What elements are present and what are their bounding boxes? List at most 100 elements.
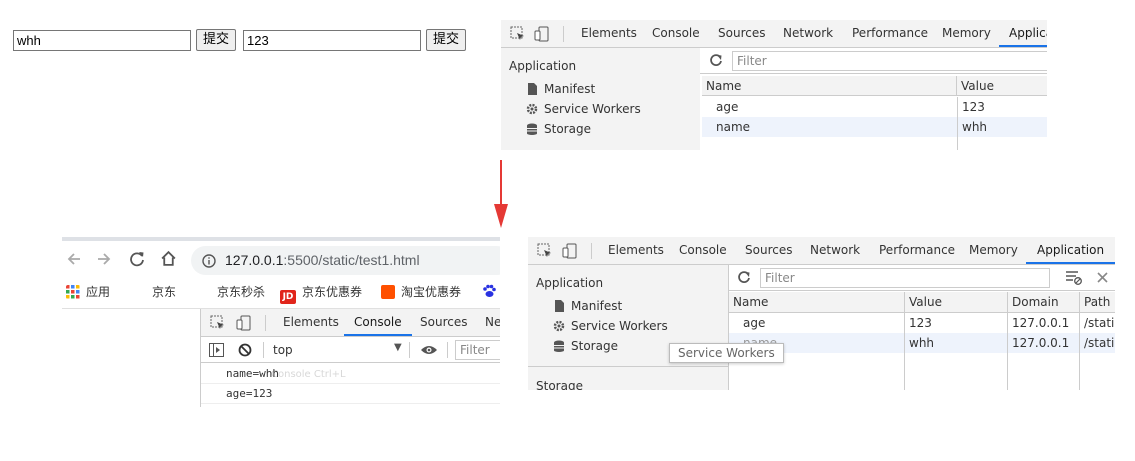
bookmark-apps[interactable]: 应用 xyxy=(66,283,110,300)
table-cell-value[interactable]: whh xyxy=(957,117,1047,137)
panel-divider xyxy=(728,265,729,390)
submit-button-1[interactable]: 提交 xyxy=(196,29,237,51)
app-sidebar: Application Manifest Service Workers Sto… xyxy=(501,48,700,150)
filter-input[interactable]: Filter xyxy=(455,340,500,360)
sidebar-item-manifest[interactable]: Manifest xyxy=(553,299,622,313)
column-header-domain[interactable]: Domain xyxy=(1007,292,1079,312)
tab-elements[interactable]: Elements xyxy=(581,20,637,47)
tab-sources[interactable]: Sources xyxy=(718,20,765,47)
divider xyxy=(201,403,500,404)
tab-elements[interactable]: Elements xyxy=(608,237,664,264)
refresh-icon[interactable] xyxy=(737,270,751,284)
table-cell-value[interactable]: 123 xyxy=(957,97,1047,117)
tab-network[interactable]: Network xyxy=(810,237,860,264)
column-header-path[interactable]: Path xyxy=(1079,292,1115,312)
device-toolbar-icon[interactable] xyxy=(534,26,550,42)
back-icon[interactable] xyxy=(66,251,82,267)
table-cell-value[interactable]: 123 xyxy=(904,313,1007,333)
tab-console[interactable]: Console xyxy=(679,237,727,264)
file-icon xyxy=(528,83,537,95)
tab-elements[interactable]: Elements xyxy=(283,309,339,336)
tab-network[interactable]: Ne xyxy=(485,309,500,336)
sidebar-item-manifest[interactable]: Manifest xyxy=(526,82,595,96)
url-path: :5500/static/test1.html xyxy=(283,252,420,268)
sidebar-title: Application xyxy=(536,276,604,290)
arrow-down-icon xyxy=(494,204,508,228)
table-cell-domain[interactable]: 127.0.0.1 xyxy=(1007,313,1079,333)
context-select[interactable]: top xyxy=(273,343,293,357)
info-icon[interactable] xyxy=(202,254,216,268)
bookmark-taobao-coupon[interactable]: 淘宝优惠券 xyxy=(381,283,461,300)
tab-console[interactable]: Console xyxy=(652,20,700,47)
table-cell-name[interactable]: age xyxy=(739,313,904,333)
sidebar-toggle-icon[interactable] xyxy=(209,343,224,357)
filter-input[interactable]: Filter xyxy=(760,268,1050,288)
refresh-icon[interactable] xyxy=(709,53,723,67)
table-cell-name[interactable]: name xyxy=(712,117,957,137)
database-icon xyxy=(527,123,537,135)
sidebar-item-storage[interactable]: Storage xyxy=(553,339,618,353)
home-icon[interactable] xyxy=(160,250,177,267)
sidebar-item-storage[interactable]: Storage xyxy=(526,122,591,136)
arrow-line xyxy=(500,160,502,206)
chevron-down-icon[interactable]: ▼ xyxy=(394,342,402,353)
tab-memory[interactable]: Memory xyxy=(942,20,991,47)
forward-icon[interactable] xyxy=(96,251,112,267)
sidebar-item-label: Manifest xyxy=(544,82,596,96)
tab-performance[interactable]: Performance xyxy=(879,237,955,264)
tab-application[interactable]: Applica xyxy=(999,20,1047,47)
tab-performance[interactable]: Performance xyxy=(852,20,928,47)
tab-console[interactable]: Console xyxy=(344,309,412,336)
tooltip: Service Workers xyxy=(669,343,784,363)
devtools-tabbar: Elements Console Sources Ne xyxy=(201,309,500,337)
sidebar-section-storage: Storage xyxy=(536,379,583,390)
file-icon xyxy=(555,300,564,312)
inspect-icon[interactable] xyxy=(210,315,226,331)
text-input-2[interactable]: 123 xyxy=(243,30,421,51)
reload-icon[interactable] xyxy=(129,251,145,267)
sidebar-item-label: Service Workers xyxy=(544,102,641,116)
table-cell-value[interactable]: whh xyxy=(904,333,1007,353)
inspect-icon[interactable] xyxy=(510,26,526,42)
sidebar-item-service-workers[interactable]: Service Workers xyxy=(526,102,641,116)
submit-button-2[interactable]: 提交 xyxy=(426,29,467,51)
device-toolbar-icon[interactable] xyxy=(236,315,252,331)
eye-icon[interactable] xyxy=(420,344,438,356)
clear-filtered-icon[interactable] xyxy=(1066,270,1082,285)
bookmark-jd[interactable]: 京东 xyxy=(152,283,176,300)
column-header-name[interactable]: Name xyxy=(729,292,904,312)
column-header-value[interactable]: Value xyxy=(904,292,1007,312)
table-cell-domain[interactable]: 127.0.0.1 xyxy=(1007,333,1079,353)
column-header-value[interactable]: Value xyxy=(957,76,1047,96)
table-cell-path[interactable]: /static xyxy=(1079,333,1115,353)
close-icon[interactable] xyxy=(1097,272,1108,283)
tab-application[interactable]: Application xyxy=(1026,237,1115,264)
console-toolbar: top ▼ Filter xyxy=(201,337,500,363)
tab-sources[interactable]: Sources xyxy=(420,309,467,336)
tab-network[interactable]: Network xyxy=(783,20,833,47)
sidebar-item-service-workers[interactable]: Service Workers xyxy=(553,319,668,333)
sidebar-title: Application xyxy=(509,59,577,73)
text-input-1[interactable]: whh xyxy=(13,30,191,51)
address-bar[interactable]: 127.0.0.1:5500/static/test1.html xyxy=(191,246,500,275)
bookmarks-bar: 应用 京东 京东秒杀 JD 京东优惠券 淘宝优惠券 xyxy=(62,279,500,304)
sidebar-item-label: Storage xyxy=(571,339,618,353)
gear-icon xyxy=(553,320,565,332)
devtools-tabbar: Elements Console Sources Network Perform… xyxy=(501,20,1047,48)
baidu-paw-icon[interactable] xyxy=(482,284,496,298)
sidebar-item-label: Manifest xyxy=(571,299,623,313)
tab-memory[interactable]: Memory xyxy=(969,237,1018,264)
device-toolbar-icon[interactable] xyxy=(562,243,578,259)
filter-input[interactable]: Filter xyxy=(732,51,1047,71)
separator xyxy=(447,342,448,358)
column-header-name[interactable]: Name xyxy=(702,76,957,96)
tab-sources[interactable]: Sources xyxy=(745,237,792,264)
inspect-icon[interactable] xyxy=(537,243,553,259)
bookmark-label: 京东优惠券 xyxy=(302,285,363,299)
clear-console-icon[interactable] xyxy=(238,343,252,357)
table-cell-path[interactable]: /static xyxy=(1079,313,1115,333)
bookmark-jd-flash[interactable]: 京东秒杀 xyxy=(217,283,265,300)
table-cell-name[interactable]: age xyxy=(712,97,957,117)
bookmark-jd-coupon[interactable]: JD 京东优惠券 xyxy=(280,283,362,304)
filter-bar: Filter xyxy=(700,48,1047,74)
